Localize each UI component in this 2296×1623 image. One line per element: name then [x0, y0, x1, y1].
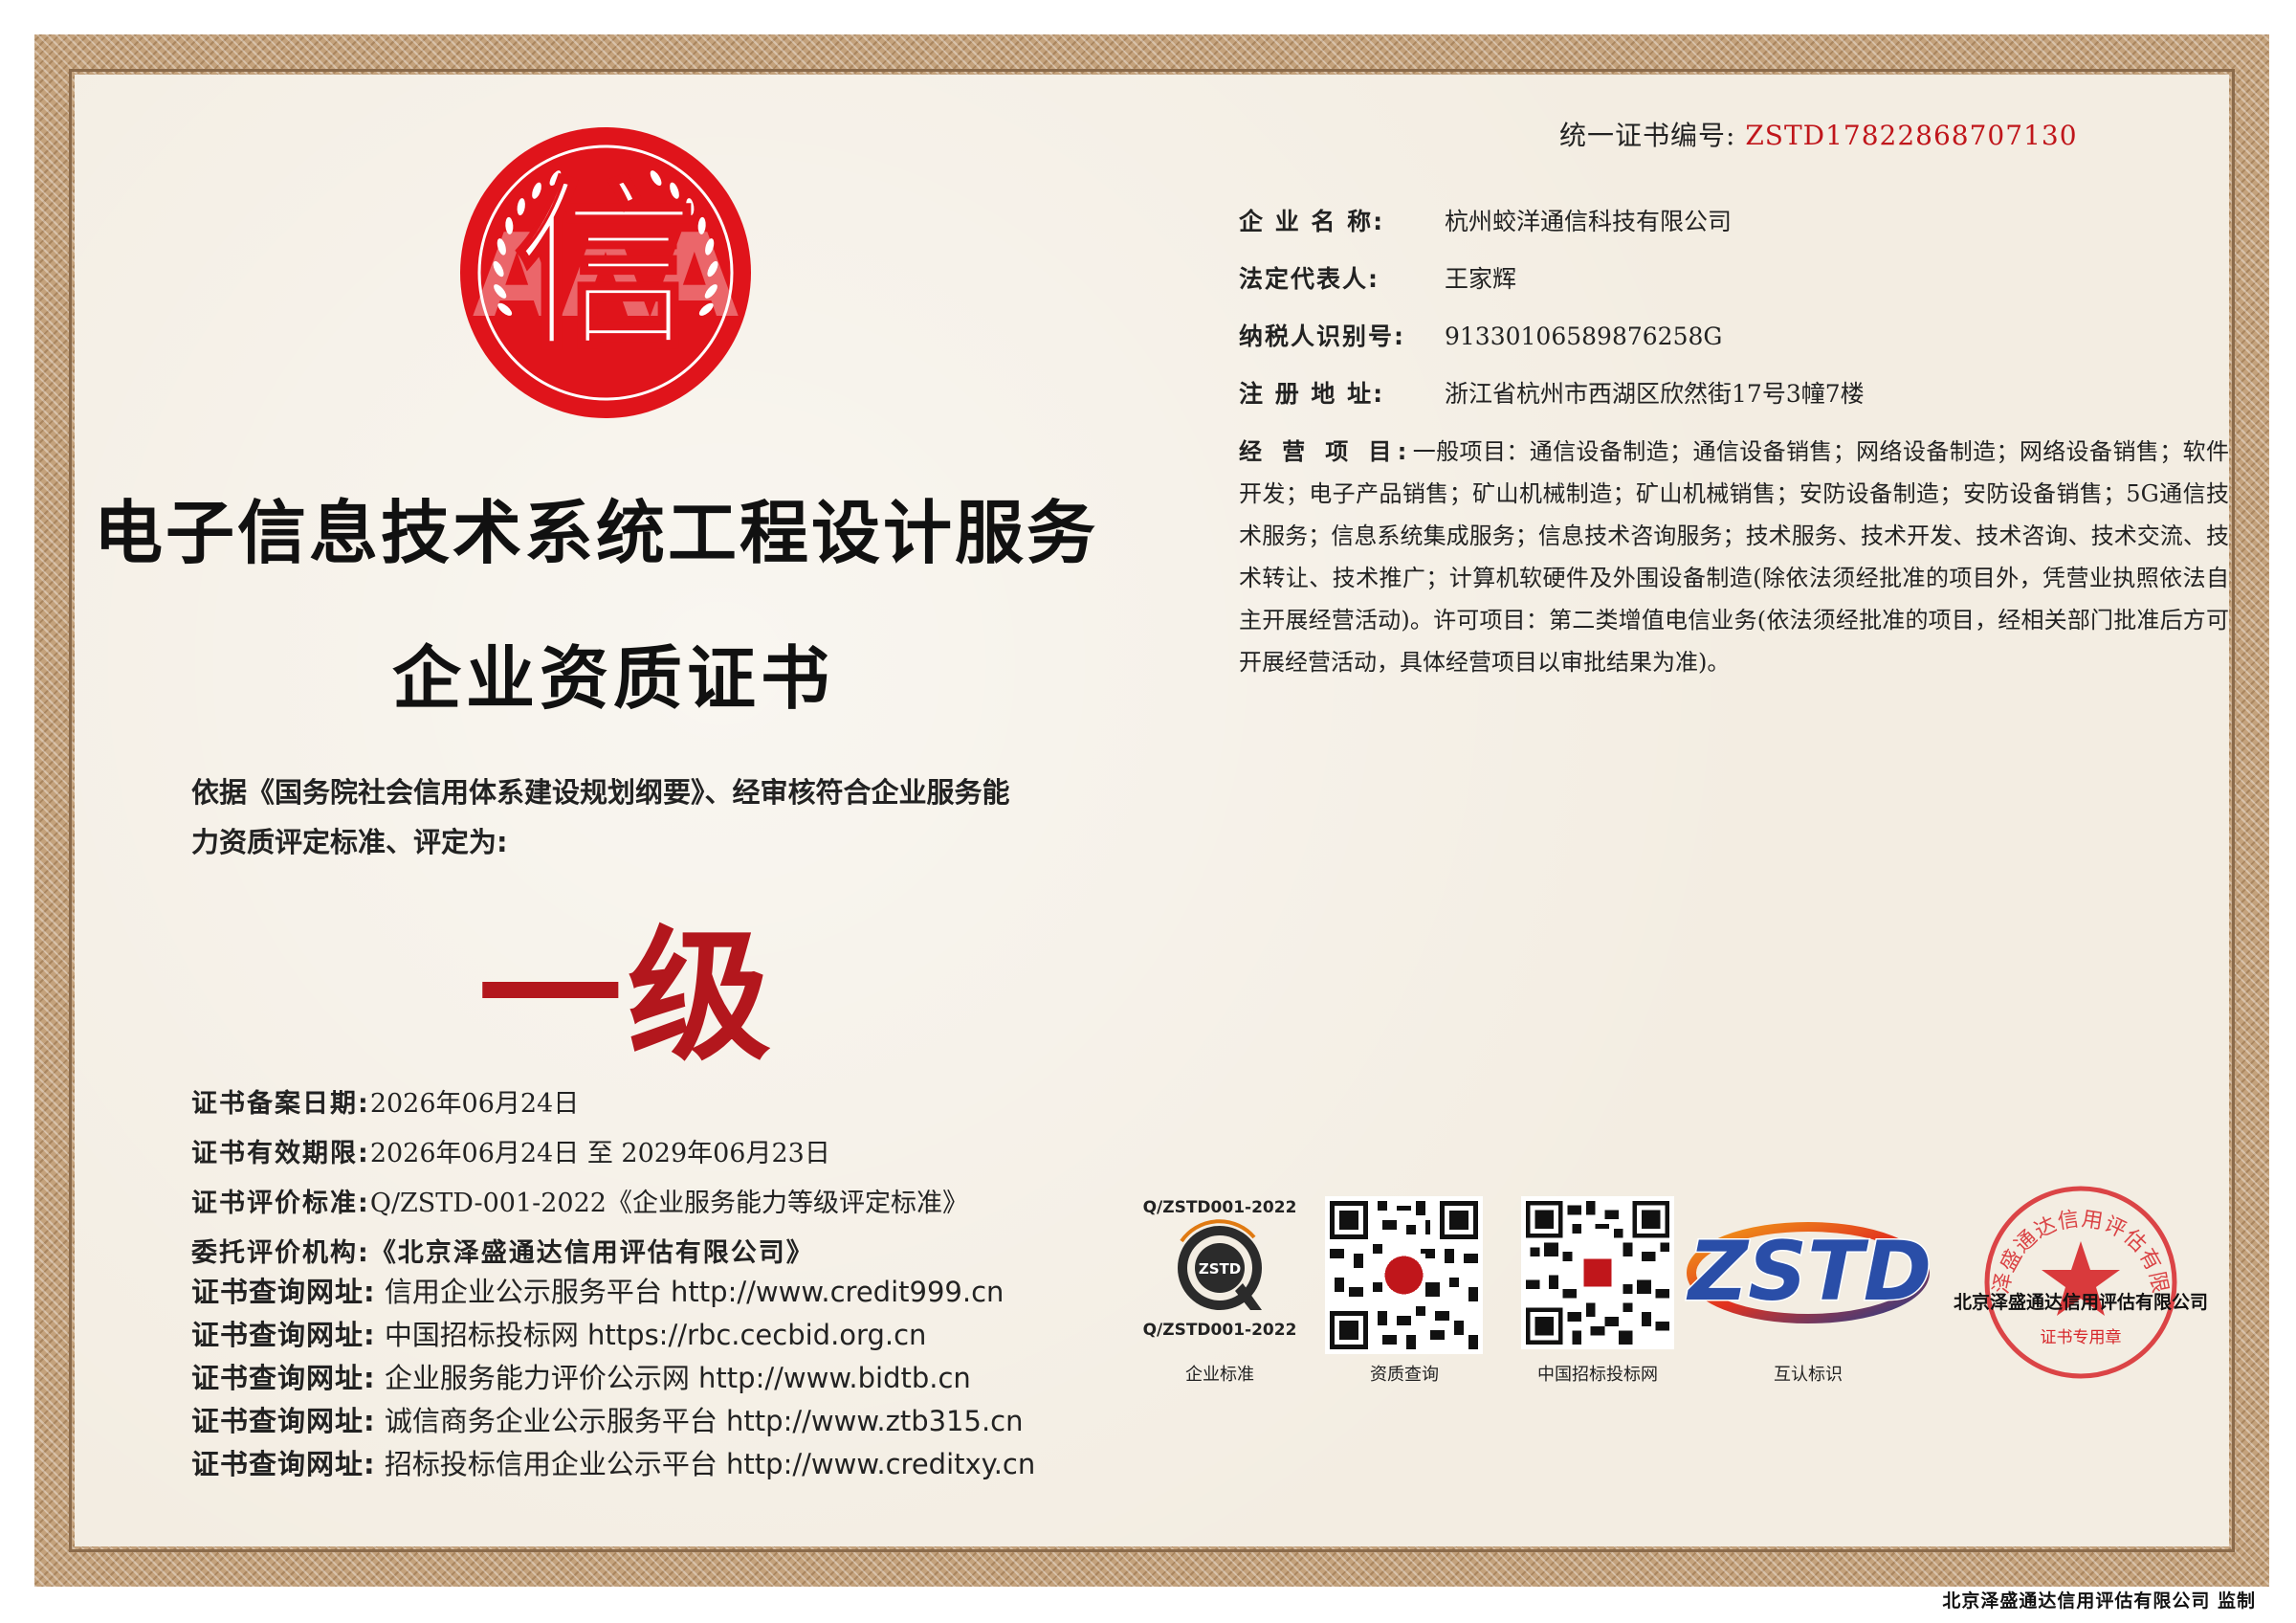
- url-value: 诚信商务企业公示服务平台 http://www.ztb315.cn: [384, 1405, 1024, 1437]
- url-label: 证书查询网址:: [191, 1319, 376, 1351]
- stamp-company-name: 北京泽盛通达信用评估有限公司: [1953, 1292, 2208, 1313]
- validity-row: 证书有效期限:2026年06月24日 至 2029年06月23日: [191, 1129, 968, 1179]
- official-stamp-icon: 北京泽盛通达信用评估有限公司 证书专用章: [1980, 1182, 2177, 1379]
- business-scope-value: 一般项目：通信设备制造；通信设备销售；网络设备制造；网络设备销售；软件开发；电子…: [1239, 438, 2229, 676]
- certificate-fields: 证书备案日期:2026年06月24日 证书有效期限:2026年06月24日 至 …: [191, 1079, 968, 1278]
- grade-level: 一级: [478, 912, 778, 1080]
- certificate-title: 电子信息技术系统工程设计服务: [94, 492, 1099, 573]
- url-label: 证书查询网址:: [191, 1276, 376, 1308]
- company-name-label: 企 业 名 称:: [1239, 208, 1385, 235]
- seal-character: 信: [515, 160, 696, 373]
- cert-no-value: ZSTD17822868707130: [1745, 120, 2078, 151]
- url-value: 中国招标投标网 https://rbc.cecbid.org.cn: [384, 1319, 927, 1351]
- basis-line-2: 力资质评定标准、评定为:: [191, 826, 508, 858]
- agency-label: 委托评价机构:: [191, 1238, 370, 1268]
- standard-label: 证书评价标准:: [191, 1189, 370, 1218]
- url-row: 证书查询网址: 诚信商务企业公示服务平台 http://www.ztb315.c…: [191, 1400, 1035, 1443]
- zstd-logo-icon: ZSTD: [1684, 1222, 1932, 1323]
- badge-top-text: Q/ZSTD001-2022: [1143, 1198, 1296, 1217]
- company-name-row: 企 业 名 称: 杭州蛟洋通信科技有限公司: [1239, 201, 2229, 243]
- zstd-logo-text: ZSTD: [1686, 1224, 1932, 1320]
- footer-supervisor: 北京泽盛通达信用评估有限公司 监制: [1942, 1590, 2256, 1612]
- tax-id-label: 纳税人识别号:: [1239, 322, 1405, 350]
- url-value: 企业服务能力评价公示网 http://www.bidtb.cn: [384, 1362, 971, 1394]
- qr1-caption: 资质查询: [1370, 1365, 1439, 1385]
- stamp-caption: 证书专用章: [2041, 1328, 2122, 1347]
- url-label: 证书查询网址:: [191, 1448, 376, 1480]
- url-value: 招标投标信用企业公示平台 http://www.creditxy.cn: [384, 1448, 1036, 1480]
- url-label: 证书查询网址:: [191, 1405, 376, 1437]
- legal-rep-value: 王家辉: [1445, 265, 1517, 293]
- standard-row: 证书评价标准:Q/ZSTD-001-2022《企业服务能力等级评定标准》: [191, 1179, 968, 1229]
- address-row: 注 册 地 址: 浙江省杭州市西湖区欣然街17号3幢7楼: [1239, 373, 2229, 415]
- url-value: 信用企业公示服务平台 http://www.credit999.cn: [384, 1276, 1004, 1308]
- tax-id-value: 91330106589876258G: [1445, 322, 1723, 350]
- url-row: 证书查询网址: 信用企业公示服务平台 http://www.credit999.…: [191, 1271, 1035, 1314]
- std-caption: 企业标准: [1185, 1365, 1254, 1385]
- qr-code-icon[interactable]: [1521, 1196, 1674, 1349]
- filing-date-label: 证书备案日期:: [191, 1089, 370, 1119]
- badge-center-text: ZSTD: [1199, 1260, 1241, 1278]
- url-row: 证书查询网址: 企业服务能力评价公示网 http://www.bidtb.cn: [191, 1357, 1035, 1400]
- url-row: 证书查询网址: 中国招标投标网 https://rbc.cecbid.org.c…: [191, 1314, 1035, 1357]
- filing-date-value: 2026年06月24日: [369, 1089, 580, 1119]
- filing-date-row: 证书备案日期:2026年06月24日: [191, 1079, 968, 1129]
- legal-rep-label: 法定代表人:: [1239, 265, 1380, 293]
- standard-badge-icon: Q/ZSTD001-2022 ZSTD Q/ZSTD001-2022: [1143, 1198, 1296, 1340]
- credit-seal-icon: AAA 信: [460, 127, 751, 418]
- certificate-subtitle: 企业资质证书: [392, 637, 835, 719]
- certificate-number: 统一证书编号: ZSTD17822868707130: [1559, 115, 2078, 153]
- company-name-value: 杭州蛟洋通信科技有限公司: [1445, 208, 1733, 235]
- validity-value: 2026年06月24日 至 2029年06月23日: [369, 1139, 830, 1168]
- legal-rep-row: 法定代表人: 王家辉: [1239, 258, 2229, 300]
- url-label: 证书查询网址:: [191, 1362, 376, 1394]
- query-urls: 证书查询网址: 信用企业公示服务平台 http://www.credit999.…: [191, 1271, 1035, 1486]
- qr2-caption: 中国招标投标网: [1537, 1365, 1658, 1385]
- badge-bottom-text: Q/ZSTD001-2022: [1143, 1321, 1296, 1340]
- url-row: 证书查询网址: 招标投标信用企业公示平台 http://www.creditxy…: [191, 1443, 1035, 1486]
- cert-no-label: 统一证书编号:: [1559, 120, 1736, 151]
- business-scope-label: 经 营 项 目:: [1239, 438, 1413, 465]
- zstd-caption: 互认标识: [1774, 1365, 1843, 1385]
- address-value: 浙江省杭州市西湖区欣然街17号3幢7楼: [1445, 380, 1865, 408]
- evaluation-basis: 依据《国务院社会信用体系建设规划纲要》、经审核符合企业服务能 力资质评定标准、评…: [191, 767, 1110, 867]
- standard-value: Q/ZSTD-001-2022《企业服务能力等级评定标准》: [369, 1189, 968, 1218]
- agency-value: 《北京泽盛通达信用评估有限公司》: [369, 1238, 814, 1268]
- validity-label: 证书有效期限:: [191, 1139, 370, 1168]
- business-scope: 经 营 项 目:一般项目：通信设备制造；通信设备销售；网络设备制造；网络设备销售…: [1239, 431, 2229, 683]
- tax-id-row: 纳税人识别号: 91330106589876258G: [1239, 316, 2229, 358]
- basis-line-1: 依据《国务院社会信用体系建设规划纲要》、经审核符合企业服务能: [191, 776, 1010, 809]
- qr-code-icon[interactable]: [1325, 1196, 1483, 1354]
- address-label: 注 册 地 址:: [1239, 380, 1385, 408]
